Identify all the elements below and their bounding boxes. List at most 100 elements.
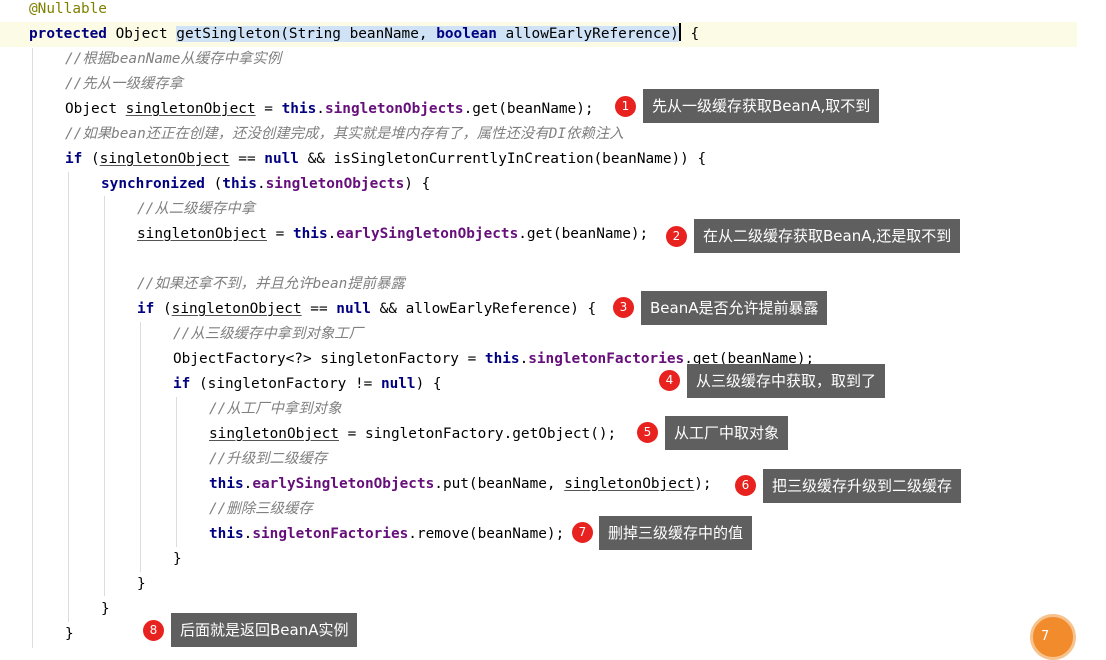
- comment-token: //如果bean还正在创建，还没创建完成，其实就是堆内存有了，属性还没有DI依赖…: [65, 126, 624, 142]
- code-text: (String beanName,: [280, 26, 437, 42]
- code-line[interactable]: if (singletonObject == null && allowEarl…: [0, 297, 1106, 322]
- code-text: ) {: [404, 176, 431, 192]
- closing-brace: }: [173, 551, 182, 567]
- variable-token: singletonObject: [564, 476, 695, 492]
- code-line-current[interactable]: protected Object getSingleton(String bea…: [0, 22, 1077, 47]
- annotation-token: @Nullable: [29, 1, 107, 17]
- keyword-token: this: [209, 526, 244, 542]
- closing-brace: }: [65, 626, 74, 642]
- callout-4: 从三级缓存中获取，取到了: [687, 364, 886, 398]
- code-line[interactable]: if (singletonObject == null && isSinglet…: [0, 147, 1106, 172]
- keyword-token: boolean: [436, 26, 497, 42]
- code-line[interactable]: //根据beanName从缓存中拿实例: [0, 47, 1106, 72]
- code-line[interactable]: singletonObject = singletonFactory.getOb…: [0, 422, 1106, 447]
- keyword-token: this: [484, 351, 520, 367]
- comment-token: //删除三级缓存: [209, 501, 313, 517]
- closing-brace: }: [137, 576, 146, 592]
- code-text: (: [204, 176, 223, 192]
- variable-token: singletonObject: [125, 101, 256, 117]
- comment-token: //如果还拿不到，并且允许bean提前暴露: [137, 276, 405, 292]
- comment-token: //升级到二级缓存: [209, 451, 328, 467]
- code-line[interactable]: }: [0, 547, 1106, 572]
- keyword-token: if: [137, 301, 155, 317]
- code-editor[interactable]: @Nullable protected Object getSingleton(…: [0, 0, 1077, 651]
- variable-token: singletonObject: [99, 151, 230, 167]
- keyword-token: null: [336, 301, 371, 317]
- code-line[interactable]: }: [0, 597, 1106, 622]
- callout-5: 从工厂中取对象: [665, 416, 789, 450]
- code-text: .remove(beanName);: [408, 526, 565, 542]
- code-line[interactable]: //如果还拿不到，并且允许bean提前暴露: [0, 272, 1106, 297]
- field-token: earlySingletonObjects: [252, 476, 435, 492]
- code-text: (: [154, 301, 172, 317]
- code-line[interactable]: //先从一级缓存拿: [0, 72, 1106, 97]
- code-text: .: [256, 176, 266, 192]
- step-badge-3: 3: [612, 296, 635, 319]
- code-text: .: [327, 226, 337, 242]
- step-badge-5: 5: [636, 421, 659, 444]
- code-line[interactable]: }: [0, 572, 1106, 597]
- field-token: singletonFactories: [528, 351, 685, 367]
- code-line[interactable]: Object singletonObject = this.singletonO…: [0, 97, 1106, 122]
- callout-2: 在从二级缓存获取BeanA,还是取不到: [694, 219, 961, 253]
- code-text: .put(beanName,: [434, 476, 565, 492]
- code-line[interactable]: }: [0, 622, 1106, 647]
- keyword-token: this: [281, 101, 317, 117]
- code-text: .get(beanName);: [463, 101, 594, 117]
- comment-token: //根据beanName从缓存中拿实例: [65, 51, 282, 67]
- floating-widget-badge[interactable]: 7: [1030, 614, 1076, 660]
- comment-token: //先从一级缓存拿: [65, 76, 184, 92]
- code-text: =: [255, 101, 282, 117]
- code-text: Object: [65, 101, 126, 117]
- code-text: ObjectFactory<?> singletonFactory =: [173, 351, 485, 367]
- code-text: (singletonFactory !=: [190, 376, 381, 392]
- selected-text[interactable]: getSingleton(String beanName, boolean al…: [176, 26, 679, 42]
- keyword-token: protected: [29, 26, 107, 42]
- comment-token: //从工厂中拿到对象: [209, 401, 342, 417]
- callout-7: 删掉三级缓存中的值: [599, 516, 753, 550]
- code-text: );: [694, 476, 712, 492]
- code-line[interactable]: //从工厂中拿到对象: [0, 397, 1106, 422]
- step-badge-1: 1: [614, 95, 637, 118]
- code-line[interactable]: @Nullable: [0, 0, 1077, 22]
- keyword-token: if: [65, 151, 83, 167]
- field-token: singletonObjects: [324, 101, 464, 117]
- callout-1: 先从一级缓存获取BeanA,取不到: [643, 89, 880, 123]
- keyword-token: this: [222, 176, 257, 192]
- callout-6: 把三级缓存升级到二级缓存: [763, 469, 962, 503]
- closing-brace: }: [101, 601, 110, 617]
- step-badge-7: 7: [571, 521, 594, 544]
- code-text: {: [681, 26, 700, 42]
- code-text: allowEarlyReference): [496, 26, 679, 42]
- step-badge-6: 6: [734, 474, 757, 497]
- code-text: =: [266, 226, 293, 242]
- comment-token: //从三级缓存中拿到对象工厂: [173, 326, 364, 342]
- code-line[interactable]: if (singletonFactory != null) {: [0, 372, 1106, 397]
- code-text: Object: [106, 26, 177, 42]
- keyword-token: null: [264, 151, 299, 167]
- method-name: getSingleton: [176, 26, 281, 42]
- field-token: singletonFactories: [252, 526, 409, 542]
- code-line[interactable]: this.singletonFactories.remove(beanName)…: [0, 522, 1106, 547]
- code-text: = singletonFactory.getObject();: [338, 426, 617, 442]
- code-text: && isSingletonCurrentlyInCreation(beanNa…: [298, 151, 707, 167]
- keyword-token: if: [173, 376, 191, 392]
- code-line[interactable]: //如果bean还正在创建，还没创建完成，其实就是堆内存有了，属性还没有DI依赖…: [0, 122, 1106, 147]
- code-text: (: [82, 151, 100, 167]
- code-text: ==: [229, 151, 265, 167]
- code-text: .get(beanName);: [518, 226, 649, 242]
- step-badge-2: 2: [665, 225, 688, 248]
- code-line[interactable]: ObjectFactory<?> singletonFactory = this…: [0, 347, 1106, 372]
- code-text: ==: [301, 301, 337, 317]
- field-token: singletonObjects: [265, 176, 405, 192]
- code-line[interactable]: synchronized (this.singletonObjects) {: [0, 172, 1106, 197]
- keyword-token: this: [292, 226, 328, 242]
- variable-token: singletonObject: [171, 301, 302, 317]
- code-text: .: [316, 101, 325, 117]
- code-line[interactable]: //从三级缓存中拿到对象工厂: [0, 322, 1106, 347]
- keyword-token: synchronized: [101, 176, 205, 192]
- code-text: && allowEarlyReference) {: [370, 301, 597, 317]
- callout-8: 后面就是返回BeanA实例: [171, 613, 358, 647]
- variable-token: singletonObject: [209, 426, 339, 442]
- code-text: .: [519, 351, 529, 367]
